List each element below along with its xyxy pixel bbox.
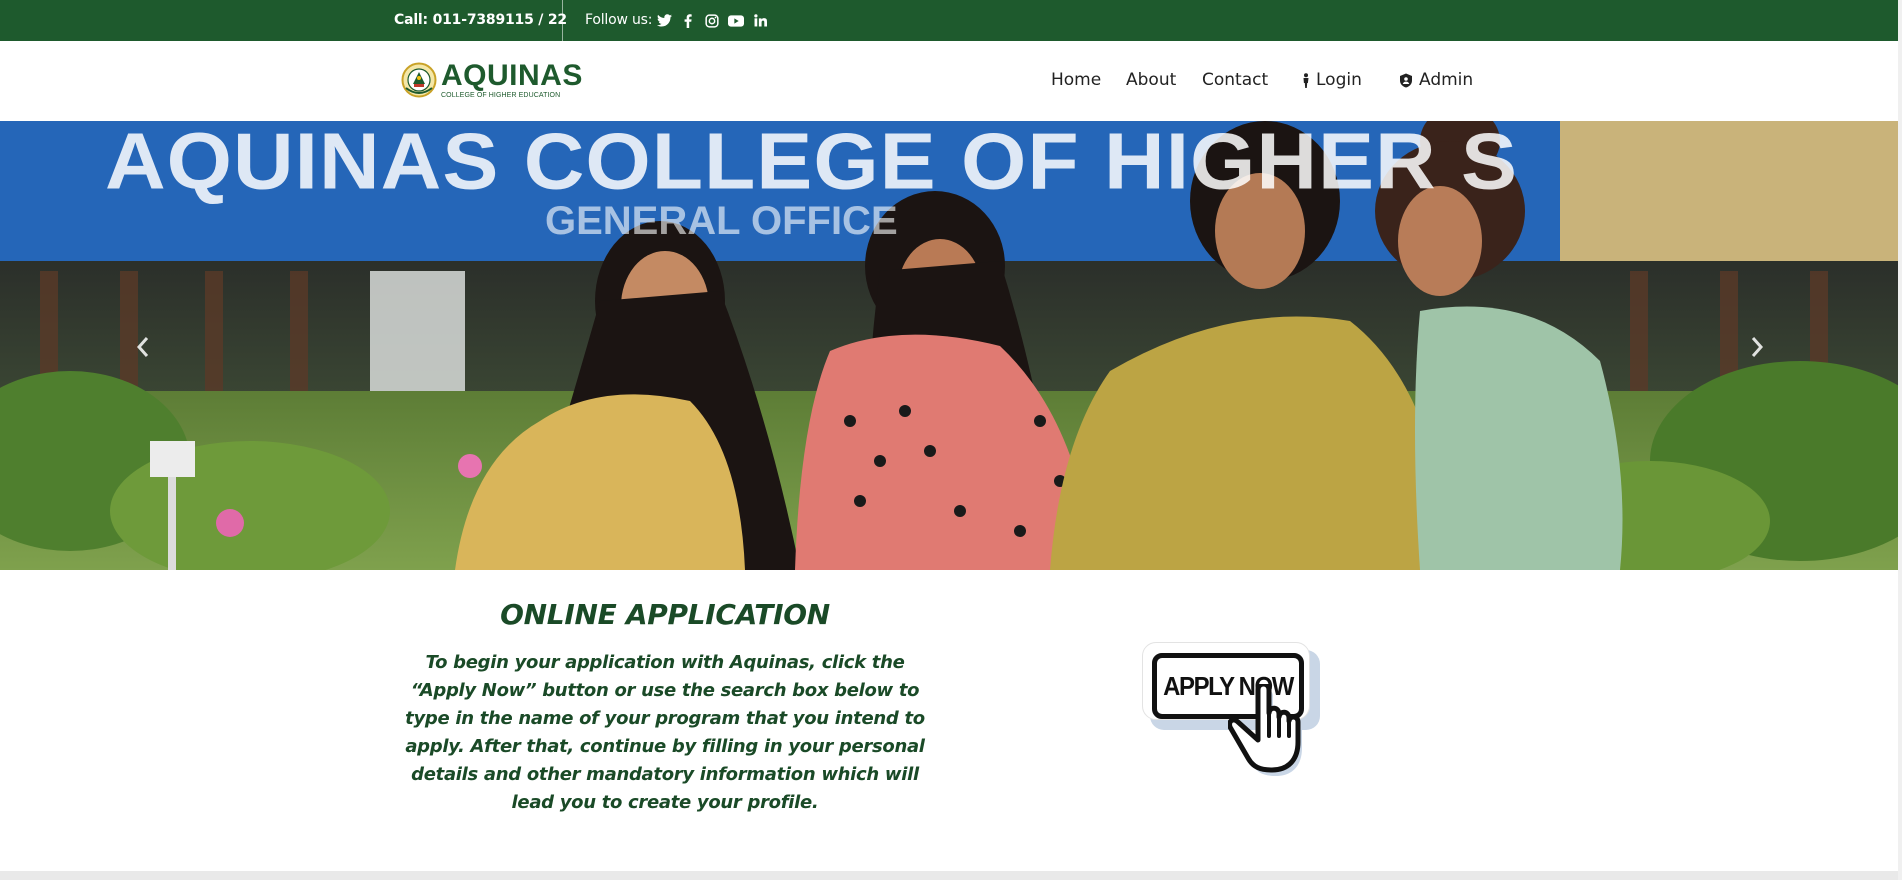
site-logo[interactable]: AQUINAS COLLEGE OF HIGHER EDUCATION — [401, 61, 583, 99]
nav-contact[interactable]: Contact — [1202, 70, 1268, 90]
apply-now-button[interactable]: APPLY NOW — [1142, 642, 1328, 790]
page-scrollbar[interactable] — [1898, 0, 1902, 880]
top-bar: Call: 011-7389115 / 22 Follow us: — [0, 0, 1902, 41]
nav-login[interactable]: Login — [1302, 70, 1362, 90]
chevron-right-icon — [1751, 337, 1764, 357]
online-application-description: To begin your application with Aquinas, … — [405, 652, 925, 813]
social-links — [656, 12, 768, 29]
follow-us-label: Follow us: — [585, 12, 653, 28]
hero-carousel: AQUINAS COLLEGE OF HIGHER S GENERAL OFFI… — [0, 121, 1902, 570]
nav-about[interactable]: About — [1126, 70, 1176, 90]
nav-admin-label: Admin — [1419, 70, 1474, 90]
footer-strip — [0, 871, 1902, 880]
carousel-prev-button[interactable] — [128, 332, 158, 362]
linkedin-icon[interactable] — [752, 13, 768, 29]
chevron-left-icon — [136, 337, 149, 357]
facebook-icon[interactable] — [680, 13, 696, 29]
instagram-icon[interactable] — [704, 13, 720, 29]
online-application-title: ONLINE APPLICATION — [500, 598, 830, 631]
call-number[interactable]: Call: 011-7389115 / 22 — [394, 0, 567, 41]
hero-sign-text: AQUINAS COLLEGE OF HIGHER S — [105, 121, 1519, 206]
carousel-next-button[interactable] — [1742, 332, 1772, 362]
site-header: AQUINAS COLLEGE OF HIGHER EDUCATION Home… — [0, 41, 1902, 121]
twitter-icon[interactable] — [656, 13, 672, 29]
person-icon — [1303, 72, 1309, 88]
youtube-icon[interactable] — [728, 13, 744, 29]
brand-name: AQUINAS — [441, 59, 583, 92]
nav-login-label: Login — [1316, 70, 1362, 90]
pointing-hand-icon — [1228, 684, 1302, 776]
nav-home[interactable]: Home — [1051, 70, 1101, 90]
shield-user-icon — [1400, 73, 1412, 87]
college-crest-icon — [401, 62, 437, 98]
topbar-divider — [562, 0, 563, 41]
hero-sign-subtext: GENERAL OFFICE — [545, 199, 898, 243]
nav-admin[interactable]: Admin — [1399, 70, 1473, 90]
brand-tagline: COLLEGE OF HIGHER EDUCATION — [441, 92, 561, 99]
